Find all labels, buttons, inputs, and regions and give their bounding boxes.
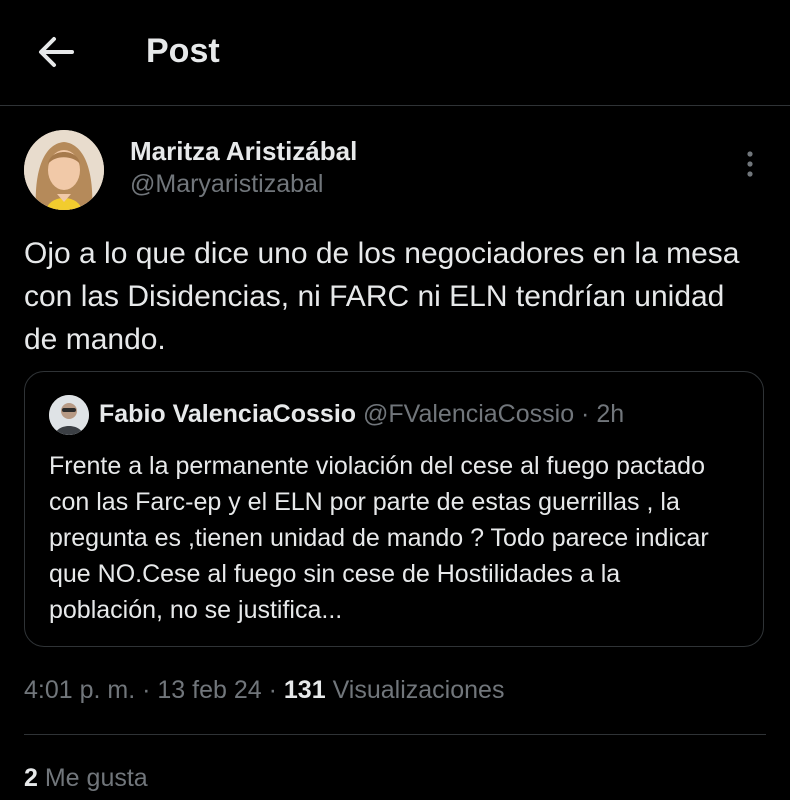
meta-separator: · (268, 676, 277, 704)
tweet-date[interactable]: 13 feb 24 (157, 676, 261, 704)
quote-time: 2h (596, 400, 625, 428)
top-bar: Post (0, 0, 790, 106)
author-avatar[interactable] (24, 130, 104, 210)
tweet-text: Ojo a lo que dice uno de los negociadore… (24, 237, 740, 356)
tweet-time[interactable]: 4:01 p. m. (24, 676, 135, 704)
likes-count: 2 (24, 764, 38, 792)
divider (24, 734, 766, 735)
tweet-metadata: 4:01 p. m. · 13 feb 24 · 131 Visualizaci… (24, 676, 504, 705)
more-options-button[interactable] (738, 148, 762, 180)
quote-avatar-image (49, 395, 89, 435)
quote-text: Frente a la permanente violación del ces… (49, 452, 709, 624)
likes-label: Me gusta (44, 764, 148, 792)
arrow-left-icon (39, 37, 74, 67)
quote-author-avatar (49, 395, 89, 435)
quote-separator: · (581, 400, 590, 428)
quote-header: Fabio ValenciaCossio @FValenciaCossio · … (99, 400, 624, 429)
likes-link[interactable]: 2 Me gusta (24, 764, 148, 793)
author-name[interactable]: Maritza Aristizábal (130, 136, 357, 167)
quoted-tweet[interactable]: Fabio ValenciaCossio @FValenciaCossio · … (24, 371, 764, 647)
author-handle[interactable]: @Maryaristizabal (130, 170, 323, 199)
views-label: Visualizaciones (332, 676, 505, 704)
page-title: Post (146, 32, 220, 70)
views-count: 131 (283, 676, 326, 704)
meta-separator: · (142, 676, 151, 704)
more-vertical-icon (747, 151, 753, 177)
quote-author-name: Fabio ValenciaCossio (99, 400, 357, 428)
avatar-image (24, 130, 104, 210)
quote-author-handle: @FValenciaCossio (362, 400, 575, 428)
back-button[interactable] (36, 34, 76, 70)
